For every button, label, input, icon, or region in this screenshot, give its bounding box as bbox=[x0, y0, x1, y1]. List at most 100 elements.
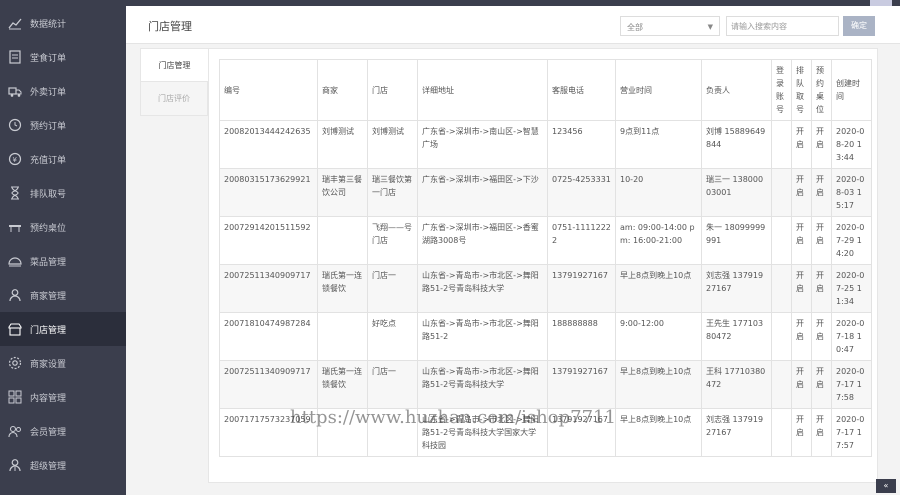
recharge-icon: ¥ bbox=[8, 152, 22, 166]
cell-merchant: 瑞氏第一连锁餐饮 bbox=[317, 360, 368, 409]
cell-address: 广东省->深圳市->福田区->下沙 bbox=[417, 168, 548, 217]
sidebar-item-4[interactable]: ¥ 充值订单 bbox=[0, 142, 126, 176]
column-header-merchant[interactable]: 商家 bbox=[317, 59, 368, 121]
column-header-store[interactable]: 门店 bbox=[367, 59, 418, 121]
sidebar-item-11[interactable]: 内容管理 bbox=[0, 380, 126, 414]
cell-id: 20071717573237059 bbox=[219, 408, 318, 457]
cell-merchant: 瑞氏第一连锁餐饮 bbox=[317, 264, 368, 313]
cell-id: 20071810474987284 bbox=[219, 312, 318, 361]
cell-login-account bbox=[771, 168, 792, 217]
cell-store: 门店一 bbox=[367, 264, 418, 313]
column-header-phone[interactable]: 客服电话 bbox=[547, 59, 616, 121]
sidebar-item-10[interactable]: 商家设置 bbox=[0, 346, 126, 380]
cell-reservation: 开启 bbox=[811, 168, 832, 217]
sidebar-item-12[interactable]: 会员管理 bbox=[0, 414, 126, 448]
cell-id: 20072511340909717 bbox=[219, 360, 318, 409]
cell-login-account bbox=[771, 408, 792, 457]
sidebar-item-7[interactable]: 菜品管理 bbox=[0, 244, 126, 278]
cell-hours: 早上8点到晚上10点 bbox=[615, 360, 702, 409]
sidebar-item-label: 会员管理 bbox=[30, 427, 67, 438]
search-input[interactable] bbox=[726, 16, 839, 36]
cell-created-time: 2020-07-18 10:47 bbox=[831, 312, 872, 361]
cell-login-account bbox=[771, 264, 792, 313]
cell-merchant bbox=[317, 408, 368, 457]
cell-login-account bbox=[771, 120, 792, 169]
column-header-id[interactable]: 编号 bbox=[219, 59, 318, 121]
cell-manager: 王科 17710380472 bbox=[701, 360, 772, 409]
cell-queue: 开启 bbox=[791, 120, 812, 169]
cell-merchant: 刘博测试 bbox=[317, 120, 368, 169]
gear-icon bbox=[8, 356, 22, 370]
receipt-icon bbox=[8, 50, 22, 64]
table-row[interactable]: 20071810474987284 好吃点 山东省->青岛市->市北区->舞阳路51… bbox=[219, 312, 872, 361]
table-row[interactable]: 20072511340909717 瑞氏第一连锁餐饮 门店一 山东省->青岛市->市北… bbox=[219, 360, 872, 409]
filter-select-value: 全部 bbox=[627, 23, 643, 32]
cell-address: 山东省->青岛市->市北区->舞阳路51-2号青岛科技大学 bbox=[417, 360, 548, 409]
cell-queue: 开启 bbox=[791, 408, 812, 457]
cell-store: 好吃点 bbox=[367, 312, 418, 361]
tab-store-management[interactable]: 门店管理 bbox=[140, 48, 208, 82]
sidebar-item-2[interactable]: 外卖订单 bbox=[0, 74, 126, 108]
cell-login-account bbox=[771, 312, 792, 361]
cell-phone: 0751-11112222 bbox=[547, 216, 616, 265]
cell-store: 门店一 bbox=[367, 360, 418, 409]
sidebar-item-1[interactable]: 堂食订单 bbox=[0, 40, 126, 74]
sidebar-item-label: 排队取号 bbox=[30, 189, 67, 200]
column-header-created-time[interactable]: 创建时间 bbox=[831, 59, 872, 121]
content-panel: 编号 商家 门店 详细地址 客服电话 营业时间 负责人 登录账号 排队取号 预约桌位 创建时间 20… bbox=[208, 48, 878, 483]
table-row[interactable]: 20080315173629921 瑞丰第三餐饮公司 瑞三餐饮第一门店 广东省->深圳… bbox=[219, 168, 872, 217]
table-row[interactable]: 20082013444242635 刘博测试 刘博测试 广东省->深圳市->南山区->… bbox=[219, 120, 872, 169]
cell-manager: 朱一 18099999991 bbox=[701, 216, 772, 265]
column-header-manager[interactable]: 负责人 bbox=[701, 59, 772, 121]
cell-reservation: 开启 bbox=[811, 360, 832, 409]
table-row[interactable]: 20072511340909717 瑞氏第一连锁餐饮 门店一 山东省->青岛市->市北… bbox=[219, 264, 872, 313]
page-header: 门店管理 全部 ▼ 确定 bbox=[126, 6, 900, 44]
cell-queue: 开启 bbox=[791, 168, 812, 217]
cell-address: 山东省->青岛市->市北区->舞阳路51-2号青岛科技大学国家大学科技园 bbox=[417, 408, 548, 457]
cell-store bbox=[367, 408, 418, 457]
chart-icon bbox=[8, 16, 22, 30]
column-header-hours[interactable]: 营业时间 bbox=[615, 59, 702, 121]
cell-manager: 瑞三一 13800003001 bbox=[701, 168, 772, 217]
sidebar-item-0[interactable]: 数据统计 bbox=[0, 6, 126, 40]
sidebar-item-8[interactable]: 商家管理 bbox=[0, 278, 126, 312]
sidebar-item-label: 外卖订单 bbox=[30, 87, 67, 98]
table-row[interactable]: 20071717573237059 山东省->青岛市->市北区->舞阳路51-2号… bbox=[219, 408, 872, 457]
sidebar-item-3[interactable]: 预约订单 bbox=[0, 108, 126, 142]
clock-icon bbox=[8, 118, 22, 132]
sidebar-item-label: 堂食订单 bbox=[30, 53, 67, 64]
members-icon bbox=[8, 424, 22, 438]
cell-address: 广东省->深圳市->福田区->香蜜湖路3008号 bbox=[417, 216, 548, 265]
filter-select[interactable]: 全部 ▼ bbox=[620, 16, 720, 36]
cell-reservation: 开启 bbox=[811, 120, 832, 169]
column-header-address[interactable]: 详细地址 bbox=[417, 59, 548, 121]
cell-created-time: 2020-07-17 17:57 bbox=[831, 408, 872, 457]
sidebar-item-9[interactable]: 门店管理 bbox=[0, 312, 126, 346]
main-area: 门店管理 全部 ▼ 确定 门店管理 门店评价 编号商家门店详细地址客服电话营业时… bbox=[126, 6, 900, 495]
sidebar-item-label: 门店管理 bbox=[30, 325, 67, 336]
cell-reservation: 开启 bbox=[811, 312, 832, 361]
scroll-top-button[interactable]: « bbox=[876, 479, 896, 493]
cell-reservation: 开启 bbox=[811, 408, 832, 457]
tab-store-reviews[interactable]: 门店评价 bbox=[140, 82, 208, 116]
confirm-button[interactable]: 确定 bbox=[843, 16, 875, 36]
admin-icon bbox=[8, 458, 22, 472]
dish-icon bbox=[8, 254, 22, 268]
page-title: 门店管理 bbox=[148, 20, 192, 33]
cell-merchant bbox=[317, 312, 368, 361]
cell-phone: 188888888 bbox=[547, 312, 616, 361]
column-header-login-account[interactable]: 登录账号 bbox=[771, 59, 792, 121]
sidebar-item-13[interactable]: 超级管理 bbox=[0, 448, 126, 482]
sidebar-item-label: 菜品管理 bbox=[30, 257, 67, 268]
column-header-reservation[interactable]: 预约桌位 bbox=[811, 59, 832, 121]
table-row[interactable]: 20072914201511592 飞翔——号门店 广东省->深圳市->福田区->香… bbox=[219, 216, 872, 265]
sidebar-item-5[interactable]: 排队取号 bbox=[0, 176, 126, 210]
table-header-row: 编号 商家 门店 详细地址 客服电话 营业时间 负责人 登录账号 排队取号 预约桌位 创建时间 bbox=[219, 59, 872, 121]
sidebar-item-6[interactable]: 预约桌位 bbox=[0, 210, 126, 244]
store-table: 编号 商家 门店 详细地址 客服电话 营业时间 负责人 登录账号 排队取号 预约桌位 创建时间 20… bbox=[219, 59, 872, 457]
user-icon bbox=[8, 288, 22, 302]
sidebar-item-label: 超级管理 bbox=[30, 461, 67, 472]
column-header-queue[interactable]: 排队取号 bbox=[791, 59, 812, 121]
cell-queue: 开启 bbox=[791, 360, 812, 409]
cell-phone: 123456 bbox=[547, 120, 616, 169]
